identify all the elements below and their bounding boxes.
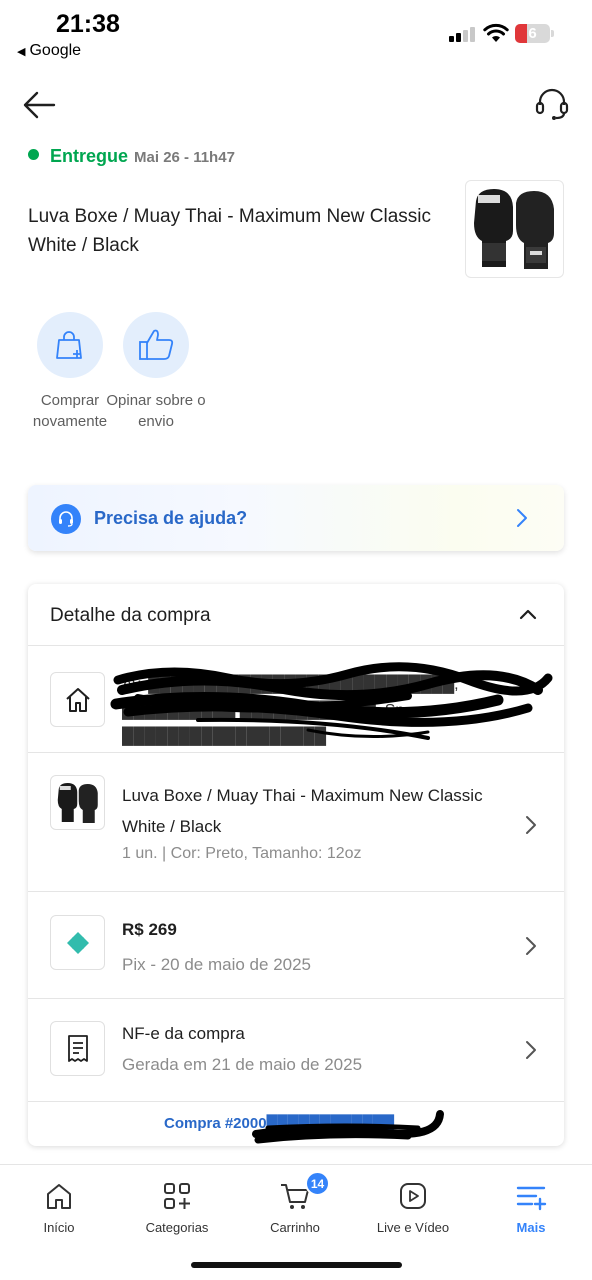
pix-icon (66, 931, 89, 954)
chevron-up-icon[interactable] (519, 608, 537, 620)
boxing-gloves-image (57, 782, 98, 823)
back-triangle-icon: ◀ (17, 46, 26, 58)
order-number-link[interactable]: Compra #2000████████████ (28, 1102, 564, 1146)
chevron-right-icon (526, 1041, 536, 1059)
receipt-icon (67, 1034, 88, 1062)
battery-level: 6 (528, 25, 537, 42)
tab-home-label: Início (43, 1220, 75, 1235)
wifi-icon (483, 23, 509, 42)
invoice-title: NF-e da compra (122, 1024, 245, 1043)
play-icon (400, 1183, 426, 1209)
item-title: Luva Boxe / Muay Thai - Maximum New Clas… (122, 786, 483, 836)
payment-row[interactable]: R$ 269 Pix - 20 de maio de 2025 (28, 892, 564, 999)
redaction-scribble (252, 1110, 444, 1144)
help-card[interactable]: Precisa de ajuda? (28, 485, 564, 551)
chevron-right-icon (526, 937, 536, 955)
tab-more[interactable]: Mais (472, 1179, 590, 1235)
thumbs-up-icon (139, 329, 174, 360)
signal-icon (449, 26, 477, 42)
grid-plus-icon (164, 1183, 190, 1209)
buy-again-label: Comprar novamente (32, 392, 108, 430)
buy-again-circle (37, 312, 103, 378)
product-title: Luva Boxe / Muay Thai - Maximum New Clas… (28, 206, 431, 256)
back-app-label: Google (29, 42, 82, 59)
item-thumbnail (50, 775, 105, 830)
back-to-app-link[interactable]: ◀ Google (17, 42, 81, 60)
address-icon-box (50, 672, 105, 727)
payment-icon-box (50, 915, 105, 970)
tab-live-video[interactable]: Live e Vídeo (354, 1179, 472, 1235)
boxing-gloves-image (474, 189, 554, 269)
tab-cart[interactable]: 14 Carrinho (236, 1171, 354, 1235)
invoice-icon-box (50, 1021, 105, 1076)
back-arrow-icon[interactable] (22, 90, 56, 120)
chevron-right-icon (526, 816, 536, 834)
tab-live-video-label: Live e Vídeo (376, 1220, 450, 1235)
help-label: Precisa de ajuda? (94, 508, 248, 528)
tab-home[interactable]: Início (0, 1179, 118, 1235)
home-indicator (191, 1262, 402, 1268)
tab-categories[interactable]: Categorias (118, 1179, 236, 1235)
bag-plus-icon (56, 331, 82, 359)
status-date: Mai 26 - 11h47 (134, 149, 235, 166)
status-time: 21:38 (56, 10, 120, 38)
address-row: Av. ███████████████████████████, ███████… (28, 646, 564, 753)
chevron-right-icon (517, 509, 527, 527)
help-headset-icon (51, 504, 81, 534)
payment-method: Pix - 20 de maio de 2025 (122, 955, 312, 974)
cart-badge: 14 (305, 1171, 330, 1196)
review-shipping-circle (123, 312, 189, 378)
home-icon (65, 687, 90, 712)
item-subtitle: 1 un. | Cor: Preto, Tamanho: 12oz (122, 845, 362, 862)
battery-icon: 6 (515, 24, 550, 43)
status-label: Entregue (50, 146, 129, 166)
headset-icon[interactable] (534, 86, 570, 122)
purchase-detail-header[interactable]: Detalhe da compra (28, 584, 564, 646)
review-shipping-button[interactable]: Opinar sobre o envio (106, 312, 206, 432)
tab-more-label: Mais (516, 1220, 546, 1235)
review-shipping-label: Opinar sobre o envio (106, 392, 206, 430)
buy-again-button[interactable]: Comprar novamente (20, 312, 120, 432)
purchase-detail-title: Detalhe da compra (50, 605, 211, 626)
tab-categories-label: Categorias (145, 1220, 209, 1235)
purchase-detail-card: Detalhe da compra Av. ██████████████████… (28, 584, 564, 1146)
status-dot (28, 149, 39, 160)
home-icon (47, 1184, 71, 1209)
invoice-subtitle: Gerada em 21 de maio de 2025 (122, 1055, 363, 1074)
order-status: Entregue Mai 26 - 11h47 (28, 146, 235, 167)
item-row[interactable]: Luva Boxe / Muay Thai - Maximum New Clas… (28, 753, 564, 892)
product-image[interactable] (465, 180, 564, 278)
tab-cart-label: Carrinho (270, 1220, 320, 1235)
status-bar: 21:38 ◀ Google 6 (0, 0, 592, 70)
menu-plus-icon (516, 1186, 547, 1211)
redaction-scribble (110, 662, 553, 740)
invoice-row[interactable]: NF-e da compra Gerada em 21 de maio de 2… (28, 999, 564, 1102)
payment-amount: R$ 269 (122, 920, 177, 939)
